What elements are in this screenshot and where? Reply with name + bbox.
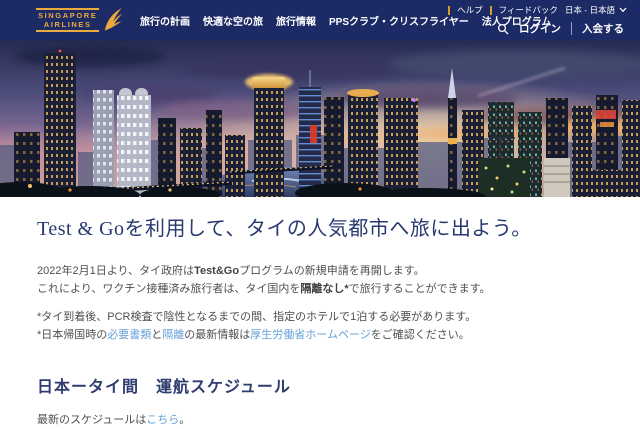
locale-selector[interactable]: 日本 - 日本語 [565,4,627,16]
chevron-down-icon [619,7,627,13]
separator [571,22,572,35]
schedule-section-heading: 日本ータイ間 運航スケジュール [37,379,291,396]
nav-flying-with-us[interactable]: 快適な空の旅 [203,13,263,28]
schedule-text: 。 [179,414,191,426]
header-actions: ログイン 入会する [497,21,624,36]
hero-banner [0,40,640,197]
footnotes: *タイ到着後、PCR検査で陰性となるまでの間、指定のホテルで1泊する必要がありま… [37,308,603,344]
main-content: Test & Goを利用して、タイの人気都市へ旅に出よう。 2022年2月1日よ… [0,197,640,429]
intro-text: プログラムの新規申請を再開します。 [239,265,425,277]
logo-line-2: AIRLINES [43,19,92,29]
required-documents-link[interactable]: 必要書類 [107,329,151,341]
schedule-line-1: 最新のスケジュールはこちら。 [37,411,603,429]
mhlw-homepage-link[interactable]: 厚生労働省ホームページ [250,329,370,341]
gold-separator [489,5,492,15]
intro-paragraph: 2022年2月1日より、タイ政府はTest&Goプログラムの新規申請を再開します… [37,262,603,298]
sia-bird-icon [105,8,123,31]
join-link[interactable]: 入会する [582,21,624,36]
singapore-airlines-wordmark: SINGAPORE AIRLINES [36,7,100,32]
login-link[interactable]: ログイン [519,21,561,36]
search-icon[interactable] [497,23,509,35]
intro-line-2: これにより、ワクチン接種済み旅行者は、タイ国内を隔離なし*で旅行することができま… [37,280,603,298]
singapore-airlines-logo[interactable]: SINGAPORE AIRLINES [36,6,124,33]
footnote-text: をご確認ください。 [370,329,470,341]
schedule-here-link[interactable]: こちら [146,414,179,426]
nav-travel-info[interactable]: 旅行情報 [276,13,316,28]
hero-cityscape-image [0,40,640,197]
site-header: SINGAPORE AIRLINES 旅行の計画 快適な空の旅 旅行情報 PPS… [0,0,640,40]
footnote-text: と [151,329,163,341]
page-title: Test & Goを利用して、タイの人気都市へ旅に出よう。 [37,218,532,240]
no-quarantine-bold-text: 隔離なし* [300,283,349,295]
footnote-2: *日本帰国時の必要書類と隔離の最新情報は厚生労働省ホームページをご確認ください。 [37,326,603,344]
help-link[interactable]: ヘルプ [457,4,483,16]
intro-text: これにより、ワクチン接種済み旅行者は、タイ国内を [37,283,301,295]
intro-text: 2022年2月1日より、タイ政府は [37,265,195,277]
locale-label: 日本 - 日本語 [564,5,615,15]
quarantine-link[interactable]: 隔離 [162,329,184,341]
schedule-text: 最新のスケジュールは [37,414,147,426]
intro-text: で旅行することができます。 [348,283,491,295]
nav-travel-planning[interactable]: 旅行の計画 [140,13,190,28]
schedule-section: 最新のスケジュールはこちら。 事前に最新の入国条件をご確認ください。 [37,411,603,429]
gold-separator [448,5,451,15]
footnote-1: *タイ到着後、PCR検査で陰性となるまでの間、指定のホテルで1泊する必要がありま… [37,311,477,323]
logo-line-1: SINGAPORE [38,10,98,20]
utility-bar: ヘルプ フィードバック 日本 - 日本語 [448,4,627,16]
feedback-link[interactable]: フィードバック [499,4,558,16]
intro-line-1: 2022年2月1日より、タイ政府はTest&Goプログラムの新規申請を再開します… [37,262,603,280]
footnote-text: の最新情報は [184,329,251,341]
footnote-text: *日本帰国時の [37,329,108,341]
testgo-bold-text: Test&Go [194,265,240,277]
